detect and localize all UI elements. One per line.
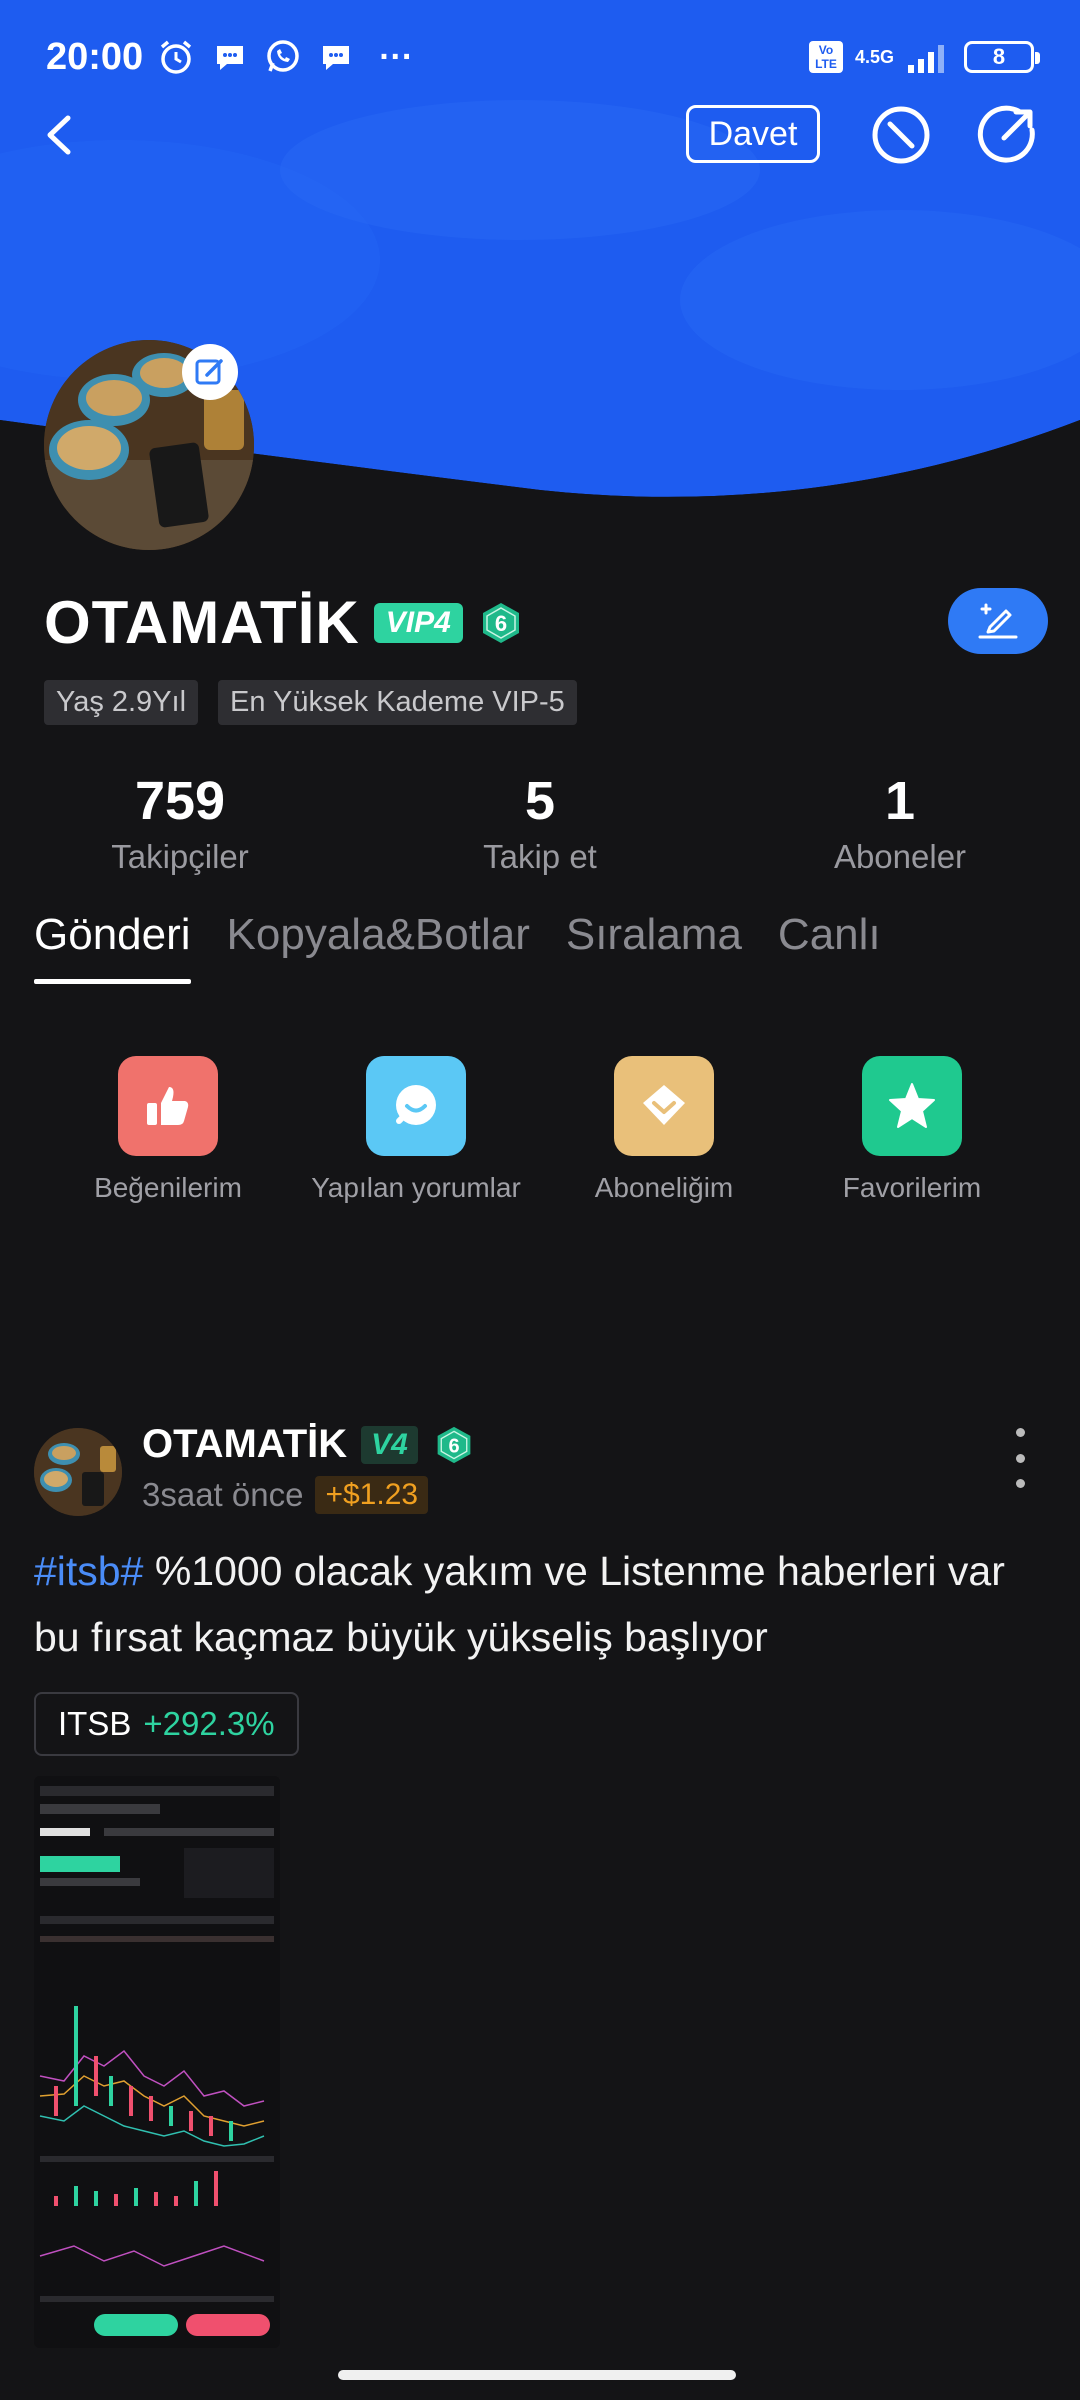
message-icon-2 xyxy=(323,46,350,70)
post-meta: 3saat önce +$1.23 xyxy=(142,1476,429,1514)
followers-stat[interactable]: 759 Takipçiler xyxy=(30,770,330,876)
followers-count: 759 xyxy=(134,771,226,831)
tab-copy-bots[interactable]: Kopyala&Botlar xyxy=(227,910,530,984)
my-favorites-shortcut[interactable]: Favorilerim xyxy=(762,1056,1062,1204)
profile-tabs: Gönderi Kopyala&Botlar Sıralama Canlı xyxy=(34,910,881,984)
profile-level-text: 6 xyxy=(495,611,507,636)
post-body: #itsb# %1000 olacak yakım ve Listenme ha… xyxy=(34,1538,1054,1670)
whatsapp-icon xyxy=(267,40,299,72)
comment-icon xyxy=(366,1056,466,1156)
alarm-icon xyxy=(161,40,192,74)
vip-badge: VIP4 xyxy=(373,602,463,643)
level-hexagon-icon: 6 xyxy=(482,602,519,643)
my-favorites-label: Favorilerim xyxy=(842,1172,982,1203)
highest-tier-tag: En Yüksek Kademe VIP-5 xyxy=(218,680,577,725)
post-text: %1000 olacak yakım ve Listenme haberleri… xyxy=(34,1548,1005,1660)
status-time: 20:00 xyxy=(46,35,144,78)
back-button[interactable] xyxy=(36,110,86,160)
edit-profile-button[interactable] xyxy=(948,588,1048,654)
more-dot-icon xyxy=(1015,1428,1025,1437)
subscription-icon xyxy=(614,1056,714,1156)
edit-avatar-button[interactable] xyxy=(182,344,238,400)
thumbs-up-icon xyxy=(118,1056,218,1156)
post-author-avatar[interactable] xyxy=(34,1428,122,1516)
post-level-text: 6 xyxy=(448,1435,459,1457)
post-vip-badge: V4 xyxy=(361,1425,418,1464)
shortcut-grid: Beğenilerim Yapılan yorumlar Aboneliğim … xyxy=(0,1056,1080,1216)
post-author-row: OTAMATİK V4 6 xyxy=(142,1422,474,1467)
post-author-name[interactable]: OTAMATİK xyxy=(142,1422,347,1467)
my-likes-label: Beğenilerim xyxy=(94,1172,242,1203)
subscribers-label: Aboneler xyxy=(833,838,967,875)
subscribers-count: 1 xyxy=(884,771,916,831)
status-bar: 20:00 ··· Vo LTE 4.5G 8 xyxy=(0,22,1080,92)
profile-stats: 759 Takipçiler 5 Takip et 1 Aboneler xyxy=(0,770,1080,880)
message-icon xyxy=(217,46,244,70)
profile-username: OTAMATİK xyxy=(44,589,360,656)
more-dot-icon xyxy=(1015,1479,1025,1488)
block-button[interactable] xyxy=(870,104,932,166)
more-notifications-icon: ··· xyxy=(379,37,414,76)
ticker-symbol: ITSB xyxy=(58,1705,132,1742)
post-level-hexagon-icon: 6 xyxy=(437,1426,471,1463)
invite-button[interactable]: Davet xyxy=(686,105,820,163)
following-stat[interactable]: 5 Takip et xyxy=(390,770,690,876)
edit-signature-icon xyxy=(978,603,1018,639)
following-label: Takip et xyxy=(483,838,597,875)
share-button[interactable] xyxy=(976,104,1038,166)
share-icon xyxy=(977,105,1035,163)
volte-icon: Vo LTE xyxy=(808,41,843,73)
post-more-button[interactable] xyxy=(1008,1428,1032,1488)
tab-posts[interactable]: Gönderi xyxy=(34,910,191,984)
more-dot-icon xyxy=(1015,1453,1025,1463)
post-attached-image[interactable] xyxy=(34,1776,280,2348)
ticker-change: +292.3% xyxy=(143,1705,275,1742)
edit-icon xyxy=(195,359,223,385)
ticker-chip[interactable]: ITSB +292.3% xyxy=(34,1692,299,1756)
profile-name-row: OTAMATİK VIP4 6 xyxy=(44,588,523,657)
my-subscriptions-label: Aboneliğim xyxy=(594,1172,734,1203)
post-hashtag[interactable]: #itsb# xyxy=(34,1548,143,1594)
home-indicator[interactable] xyxy=(338,2370,736,2380)
post-pnl-badge: +$1.23 xyxy=(315,1476,429,1514)
chevron-left-icon xyxy=(47,115,71,155)
star-icon xyxy=(862,1056,962,1156)
network-type: 4.5G xyxy=(854,46,894,67)
post-time: 3saat önce xyxy=(142,1476,304,1513)
battery-icon: 8 xyxy=(964,41,1040,73)
my-comments-label: Yapılan yorumlar xyxy=(311,1172,521,1203)
account-age-tag: Yaş 2.9Yıl xyxy=(44,680,199,725)
top-navigation: Davet xyxy=(0,100,1080,170)
subscribers-stat[interactable]: 1 Aboneler xyxy=(750,770,1050,876)
following-count: 5 xyxy=(524,771,556,831)
profile-tags: Yaş 2.9Yıl En Yüksek Kademe VIP-5 xyxy=(44,680,577,725)
block-icon xyxy=(872,106,930,164)
tab-live[interactable]: Canlı xyxy=(778,910,881,984)
tab-ranking[interactable]: Sıralama xyxy=(566,910,742,984)
signal-icon xyxy=(908,45,944,73)
followers-label: Takipçiler xyxy=(111,838,249,875)
